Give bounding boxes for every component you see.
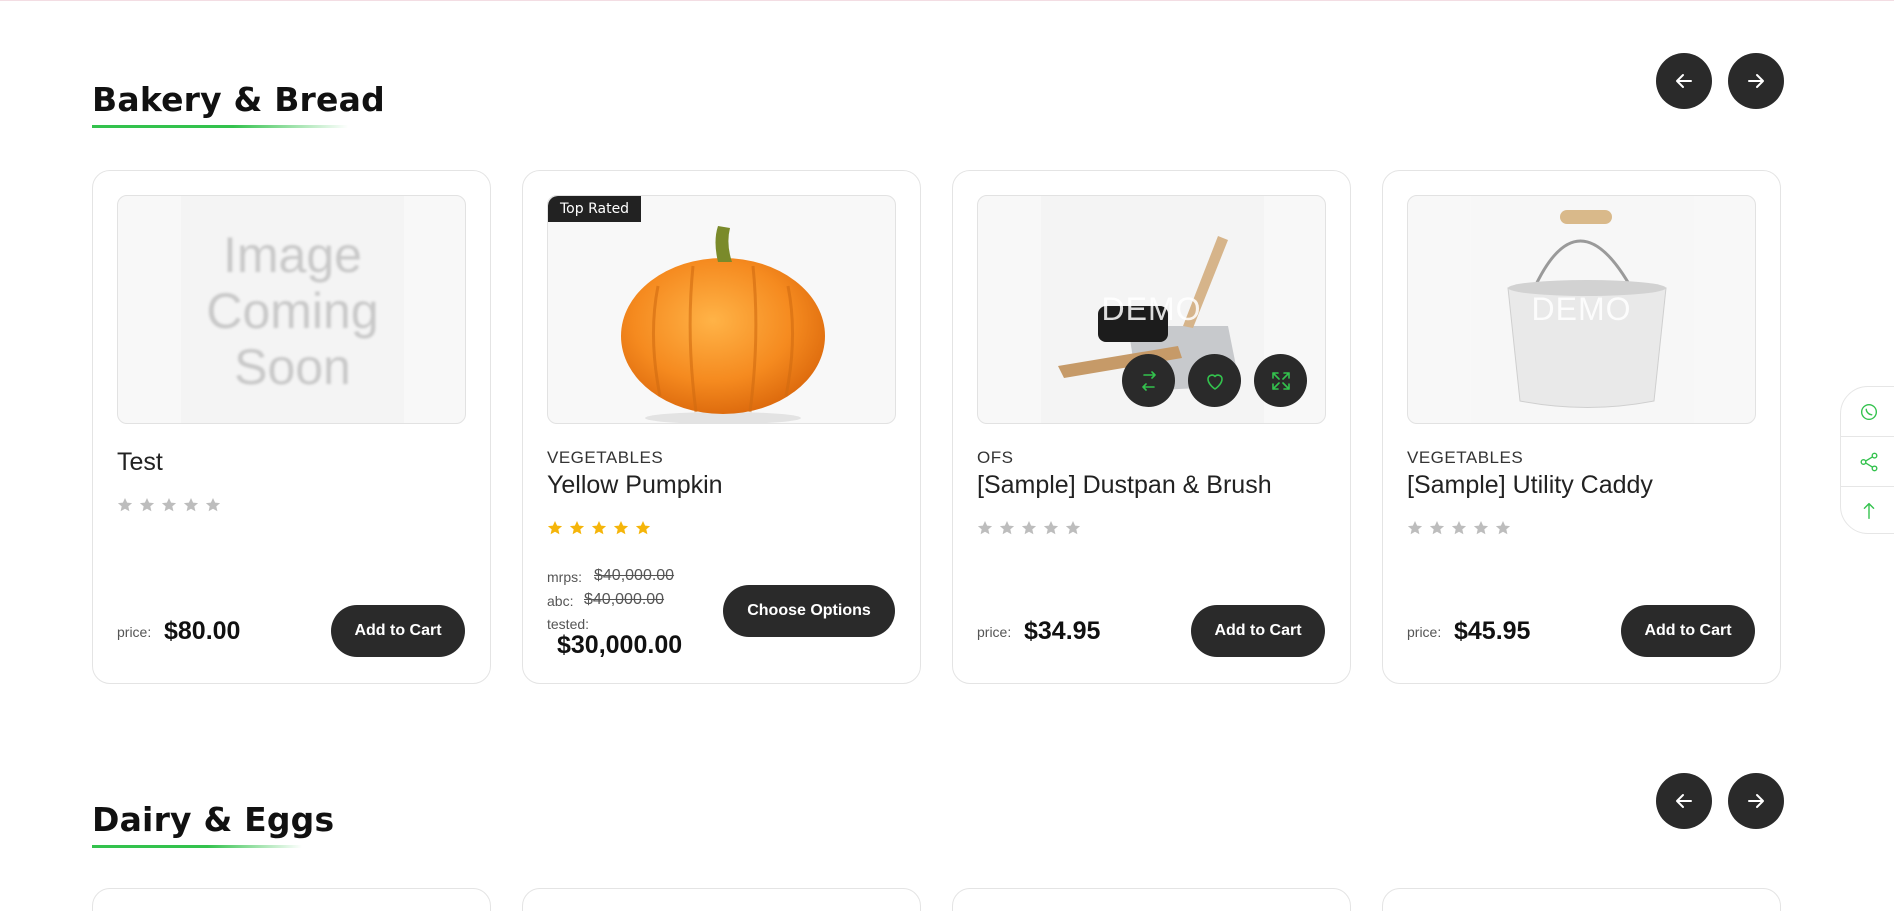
price-value: $45.95 [1454,617,1531,645]
mrps-value: $40,000.00 [594,567,675,584]
add-to-cart-button[interactable]: Add to Cart [331,605,465,657]
title-underline [92,125,348,128]
abc-value: $40,000.00 [584,591,665,608]
star-empty-icon [1407,521,1423,535]
hover-actions [1122,354,1307,407]
price-value: $34.95 [1024,617,1101,645]
price-label: price: [117,624,152,640]
rating-stars [117,497,221,513]
star-empty-icon [999,521,1015,535]
star-filled-icon [591,521,607,535]
arrow-right-icon [1748,74,1764,88]
star-empty-icon [205,498,221,512]
floating-side-widget [1840,386,1894,534]
product-card[interactable] [522,888,921,911]
pumpkin-image [621,226,825,423]
carousel-prev-button[interactable] [1656,773,1712,829]
price-label: price: [1407,624,1442,640]
share-icon [1860,452,1878,471]
product-name[interactable]: [Sample] Dustpan & Brush [977,471,1272,500]
product-category: OFS [977,448,1014,467]
mrps-label: mrps: [547,569,582,585]
scroll-to-top-button[interactable] [1841,486,1894,535]
share-button[interactable] [1841,437,1894,486]
product-card[interactable] [952,888,1351,911]
product-image[interactable]: DEMO [1407,195,1756,424]
carousel-next-button[interactable] [1728,773,1784,829]
arrow-left-icon [1676,74,1692,88]
compare-button[interactable] [1122,354,1175,407]
price-value: $80.00 [164,617,241,645]
add-to-cart-button[interactable]: Add to Cart [1621,605,1755,657]
demo-watermark: DEMO [1531,291,1632,327]
star-filled-icon [547,521,563,535]
carousel-prev-button[interactable] [1656,53,1712,109]
quick-view-expand-icon [1271,371,1290,390]
star-empty-icon [183,498,199,512]
scroll-to-top-icon [1863,502,1875,519]
product-image[interactable]: DEMO [977,195,1326,424]
wishlist-heart-icon [1206,373,1223,390]
star-empty-icon [1065,521,1081,535]
section-bakery-bread: Bakery & Bread Image Coming Soon Test pr… [92,0,1784,690]
star-empty-icon [117,498,133,512]
product-card[interactable] [92,888,491,911]
star-empty-icon [1429,521,1445,535]
tested-label: tested: [547,616,590,632]
product-name[interactable]: Test [117,448,163,477]
star-empty-icon [1495,521,1511,535]
star-empty-icon [1451,521,1467,535]
arrow-right-icon [1748,794,1764,808]
section-title: Dairy & Eggs [92,800,335,839]
star-empty-icon [1473,521,1489,535]
add-to-cart-button[interactable]: Add to Cart [1191,605,1325,657]
star-empty-icon [139,498,155,512]
product-category: VEGETABLES [547,448,664,467]
wishlist-button[interactable] [1188,354,1241,407]
demo-watermark: DEMO [1101,291,1202,327]
abc-label: abc: [547,593,574,609]
rating-stars [547,520,651,536]
whatsapp-icon [1860,403,1878,420]
star-filled-icon [569,521,585,535]
product-card[interactable]: DEMO VEGETABLES [Sample] Utility Caddy p… [1382,170,1781,684]
star-empty-icon [1021,521,1037,535]
price-value: $30,000.00 [557,631,683,659]
star-filled-icon [635,521,651,535]
product-card[interactable]: Top Rated VEGETABLES Yellow Pumpkin mrps… [522,170,921,684]
product-card[interactable]: DEMO OFS [Sample] Dustpan & Brush price:… [952,170,1351,684]
arrow-left-icon [1676,794,1692,808]
product-name[interactable]: [Sample] Utility Caddy [1407,471,1653,500]
product-image[interactable]: Image Coming Soon [117,195,466,424]
title-underline [92,845,302,848]
price-label: price: [977,624,1012,640]
quick-view-button[interactable] [1254,354,1307,407]
carousel-next-button[interactable] [1728,53,1784,109]
product-name[interactable]: Yellow Pumpkin [547,471,723,500]
section-dairy-eggs: Dairy & Eggs [92,690,1784,911]
choose-options-button[interactable]: Choose Options [723,585,895,637]
whatsapp-button[interactable] [1841,387,1894,436]
rating-stars [977,520,1081,536]
image-coming-soon-text: Image Coming Soon [206,226,379,395]
star-filled-icon [613,521,629,535]
star-empty-icon [977,521,993,535]
compare-icon [1141,370,1156,391]
product-card[interactable] [1382,888,1781,911]
product-image[interactable]: Top Rated [547,195,896,424]
rating-stars [1407,520,1511,536]
product-category: VEGETABLES [1407,448,1524,467]
star-empty-icon [1043,521,1059,535]
top-rated-badge: Top Rated [548,196,642,222]
section-title: Bakery & Bread [92,80,385,119]
star-empty-icon [161,498,177,512]
product-card[interactable]: Image Coming Soon Test price: $80.00 Add… [92,170,491,684]
